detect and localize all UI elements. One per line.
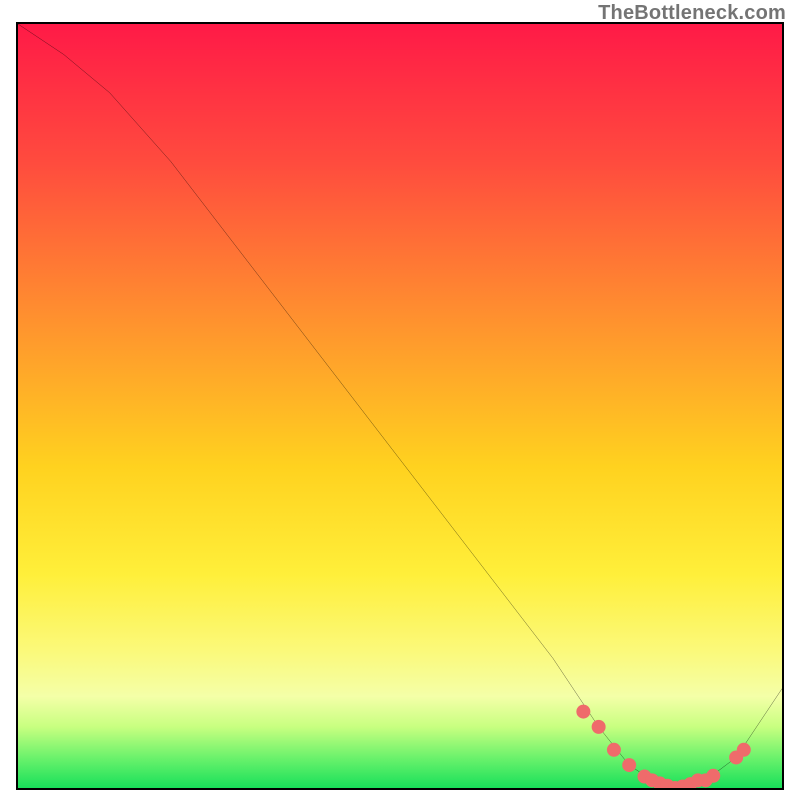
- highlight-dot: [706, 769, 720, 783]
- highlight-dot: [576, 705, 590, 719]
- highlight-dot: [622, 758, 636, 772]
- highlight-dot: [737, 743, 751, 757]
- chart-stage: TheBottleneck.com: [0, 0, 800, 800]
- plot-area: [16, 22, 784, 790]
- bottleneck-curve: [18, 24, 782, 788]
- highlight-dot: [607, 743, 621, 757]
- curve-layer: [18, 24, 782, 788]
- highlight-dots: [576, 705, 750, 788]
- highlight-dot: [592, 720, 606, 734]
